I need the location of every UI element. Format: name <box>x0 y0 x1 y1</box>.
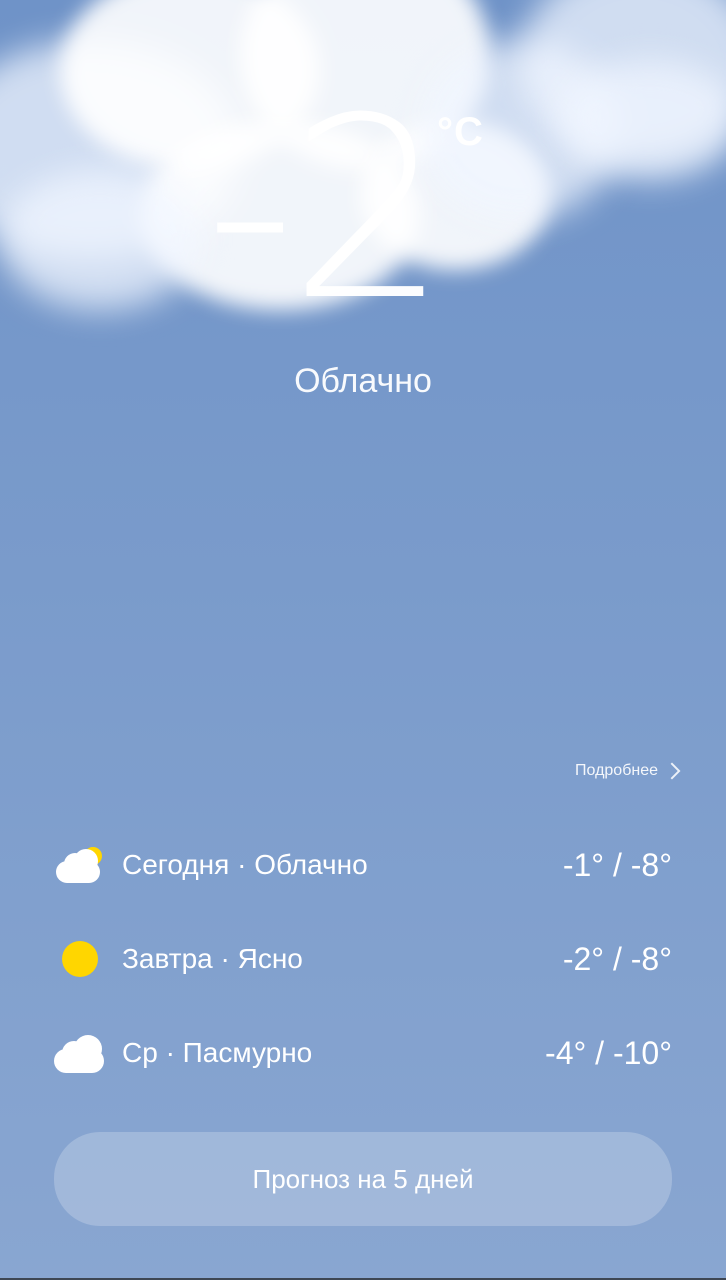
current-temperature: -2 <box>205 64 448 355</box>
cloud-icon <box>54 1033 104 1073</box>
forecast-row-wednesday[interactable]: Ср · Пасмурно -4° / -10° <box>54 1006 672 1100</box>
five-day-forecast-button[interactable]: Прогноз на 5 дней <box>54 1132 672 1226</box>
details-link[interactable]: Подробнее <box>575 762 681 780</box>
forecast-label: Ср · Пасмурно <box>122 1037 313 1068</box>
five-day-forecast-label: Прогноз на 5 дней <box>252 1163 474 1194</box>
forecast-label: Завтра · Ясно <box>122 943 303 974</box>
forecast-row-tomorrow[interactable]: Завтра · Ясно -2° / -8° <box>54 912 672 1006</box>
current-condition: Облачно <box>294 362 432 400</box>
details-link-label: Подробнее <box>575 762 658 779</box>
temperature-unit: °C <box>437 110 484 154</box>
sun-icon <box>54 939 104 979</box>
forecast-list: Сегодня · Облачно -1° / -8° Завтра · Ясн… <box>54 818 672 1100</box>
forecast-row-today[interactable]: Сегодня · Облачно -1° / -8° <box>54 818 672 912</box>
forecast-label: Сегодня · Облачно <box>122 849 368 880</box>
current-temperature-block: -2 °C <box>0 64 726 355</box>
partly-cloudy-icon <box>54 845 104 885</box>
forecast-temps: -2° / -8° <box>562 940 672 977</box>
chevron-right-icon <box>663 762 681 780</box>
forecast-temps: -1° / -8° <box>562 846 672 883</box>
forecast-temps: -4° / -10° <box>545 1034 672 1071</box>
